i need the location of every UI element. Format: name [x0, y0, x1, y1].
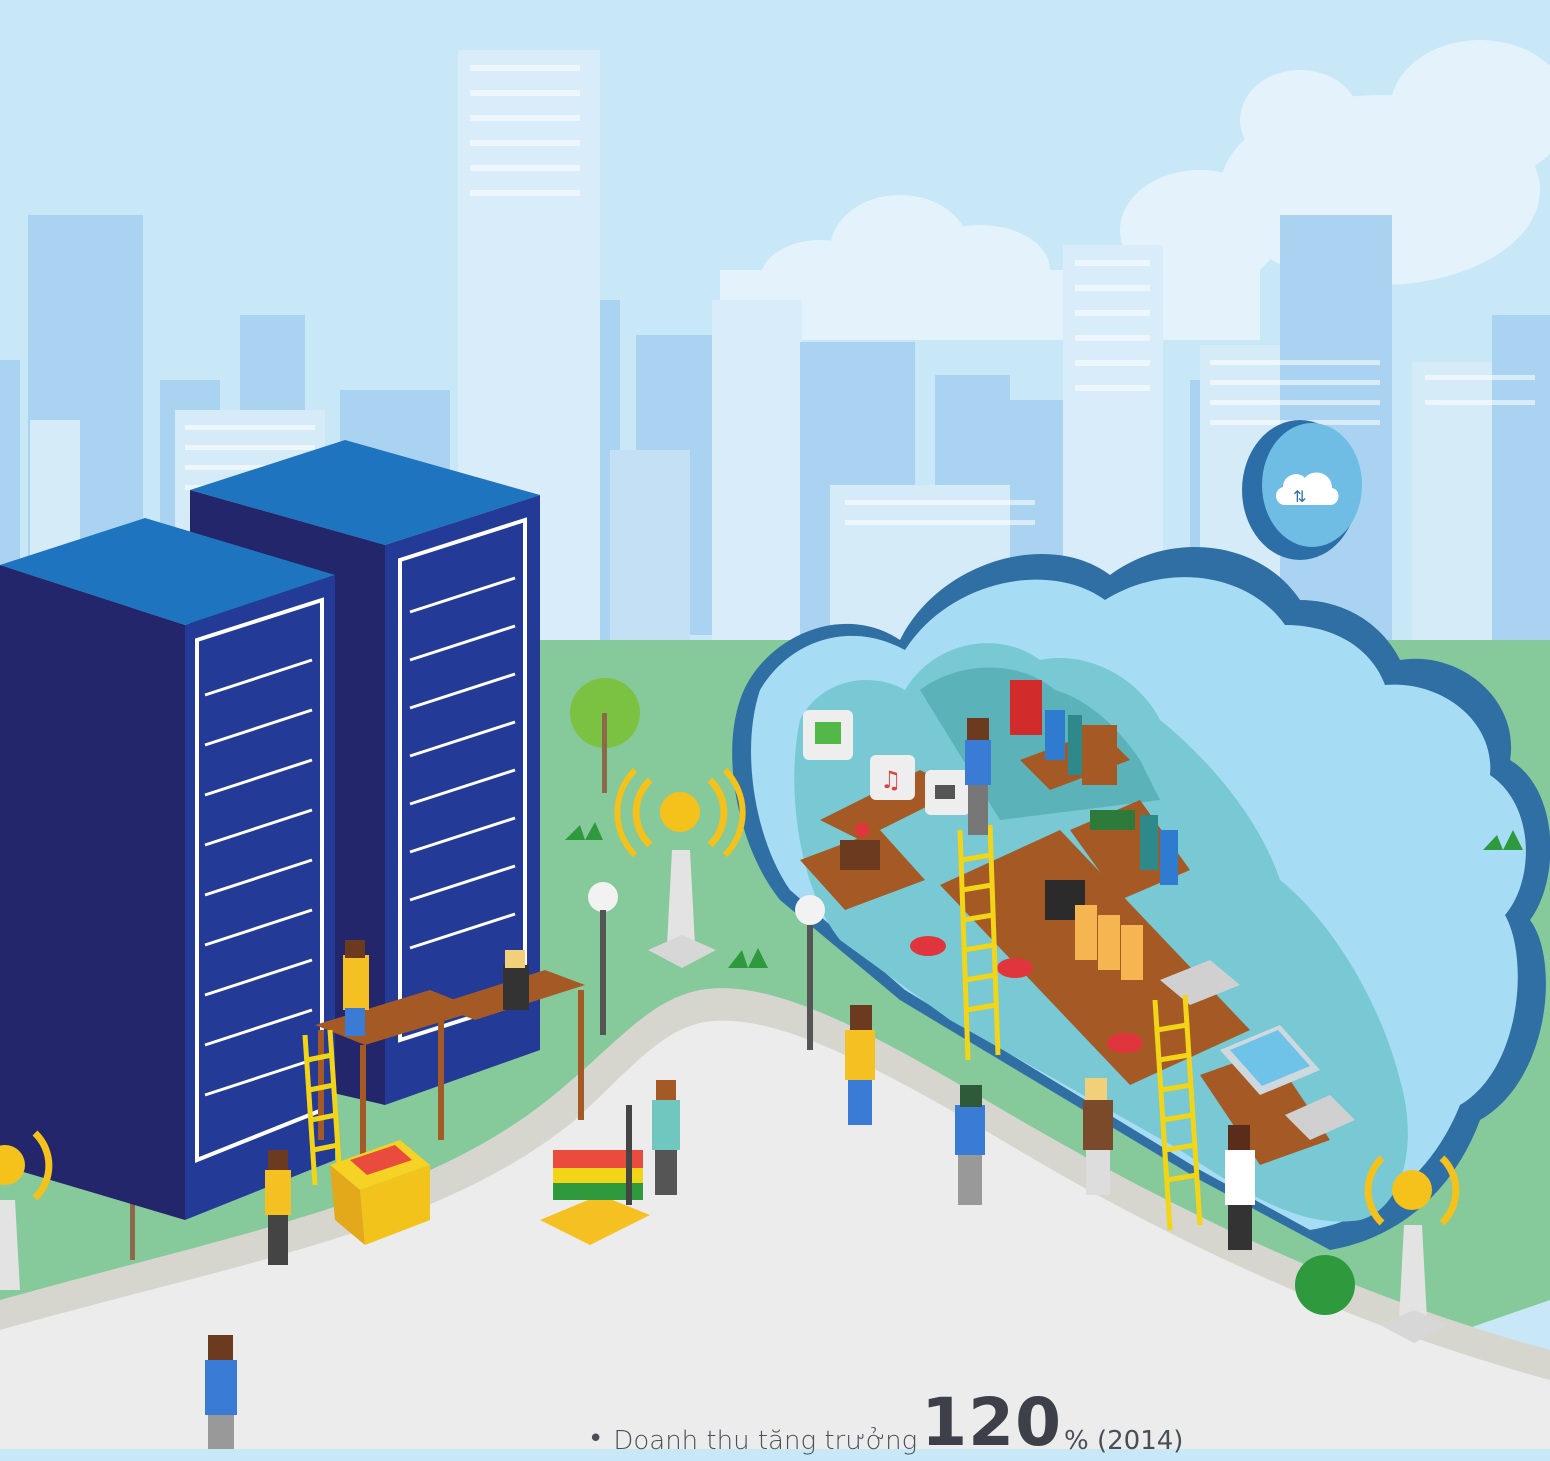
video-camera-icon — [925, 770, 970, 815]
caption-prefix: Doanh thu tăng trưởng — [613, 1426, 918, 1456]
server-rack-front — [0, 518, 335, 1220]
isometric-cloud-storage-illustration: ♫ ⇅ — [0, 0, 1550, 1449]
person — [265, 1150, 291, 1265]
person — [205, 1335, 237, 1449]
bush-right — [1295, 1255, 1355, 1315]
growth-value: 120 — [921, 1384, 1062, 1461]
revenue-growth-caption: • Doanh thu tăng trưởng120% (2014) — [588, 1390, 1183, 1456]
image-icon — [803, 710, 853, 760]
svg-text:♫: ♫ — [880, 766, 902, 794]
caption-suffix: % (2014) — [1064, 1426, 1184, 1456]
person — [965, 718, 991, 835]
person — [652, 1080, 680, 1195]
svg-text:⇅: ⇅ — [1293, 487, 1306, 506]
caption-bullet: • — [588, 1424, 604, 1454]
music-note-icon: ♫ — [870, 755, 915, 800]
